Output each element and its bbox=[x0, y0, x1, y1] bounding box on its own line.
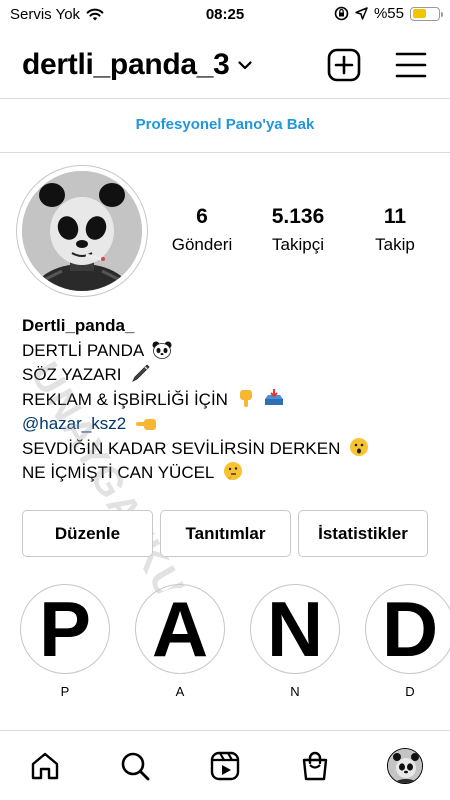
following-label: Takip bbox=[375, 235, 415, 254]
bio-line: NE İÇMİŞTİ CAN YÜCEL bbox=[22, 461, 432, 486]
fountain-pen-icon bbox=[132, 364, 150, 382]
professional-dashboard-link[interactable]: Profesyonel Pano'ya Bak bbox=[0, 116, 450, 133]
chevron-down-icon bbox=[237, 60, 252, 69]
panda-emoji-icon bbox=[152, 341, 172, 359]
profile-avatar[interactable] bbox=[16, 165, 148, 297]
highlight-cover-letter: P bbox=[24, 588, 106, 670]
bio-line-text: SEVDİĞİN KADAR SEVİLİRSİN DERKEN bbox=[22, 438, 341, 458]
profile-bio: Dertli_panda_ DERTLİ PANDA SÖZ YAZARI RE… bbox=[22, 314, 432, 486]
highlight-d[interactable]: D D bbox=[365, 584, 450, 699]
search-icon bbox=[121, 752, 150, 781]
account-switcher[interactable]: dertli_panda_3 bbox=[22, 48, 252, 82]
highlight-ring: N bbox=[250, 584, 340, 674]
shop-icon bbox=[302, 751, 328, 781]
avatar-image bbox=[22, 171, 142, 291]
bio-line: SEVDİĞİN KADAR SEVİLİRSİN DERKEN bbox=[22, 437, 432, 462]
profile-avatar bbox=[387, 748, 423, 784]
highlight-label: D bbox=[405, 684, 415, 699]
highlight-ring: A bbox=[135, 584, 225, 674]
posts-label: Gönderi bbox=[171, 235, 233, 254]
nav-shop[interactable] bbox=[297, 748, 333, 784]
battery-percent: %55 bbox=[373, 5, 404, 22]
username: dertli_panda_3 bbox=[22, 48, 230, 81]
highlight-cover-letter: D bbox=[369, 588, 450, 670]
bio-line-text: SÖZ YAZARI bbox=[22, 365, 122, 384]
nav-reels[interactable] bbox=[207, 748, 243, 784]
followers-count[interactable]: 5.136 Takipçi bbox=[248, 205, 348, 255]
nav-search[interactable] bbox=[117, 748, 153, 784]
bio-line-text: REKLAM & İŞBİRLİĞİ İÇİN bbox=[22, 389, 228, 409]
status-bar: Servis Yok 08:25 %55 bbox=[0, 0, 450, 30]
dashboard-divider bbox=[0, 152, 450, 153]
bio-line: @hazar_ksz2 bbox=[22, 412, 432, 437]
orientation-lock-icon bbox=[334, 6, 349, 21]
edit-profile-button[interactable]: Düzenle bbox=[22, 510, 153, 557]
bottom-nav-divider bbox=[0, 730, 450, 731]
highlight-cover-letter: N bbox=[254, 588, 336, 670]
nav-home[interactable] bbox=[27, 748, 63, 784]
status-right: %55 bbox=[334, 5, 443, 22]
bio-line-text: DERTLİ PANDA bbox=[22, 340, 144, 360]
highlight-n[interactable]: N N bbox=[250, 584, 340, 699]
insights-button[interactable]: İstatistikler bbox=[298, 510, 428, 557]
highlight-a[interactable]: A A bbox=[135, 584, 225, 699]
surprised-face-icon bbox=[350, 437, 369, 456]
highlight-cover-letter: A bbox=[139, 588, 221, 670]
following-count[interactable]: 11 Takip bbox=[345, 205, 445, 255]
mention-link[interactable]: @hazar_ksz2 bbox=[22, 414, 126, 433]
battery-level bbox=[412, 9, 427, 18]
header-divider bbox=[0, 98, 450, 99]
highlight-label: N bbox=[290, 684, 300, 699]
posts-count[interactable]: 6 Gönderi bbox=[152, 205, 252, 255]
inbox-tray-icon bbox=[265, 388, 284, 405]
add-post-icon[interactable] bbox=[327, 48, 361, 82]
location-arrow-icon bbox=[355, 7, 368, 20]
followers-value: 5.136 bbox=[271, 205, 325, 228]
highlight-ring: P bbox=[20, 584, 110, 674]
nav-profile[interactable] bbox=[387, 748, 423, 784]
thinking-face-icon bbox=[223, 462, 242, 480]
highlight-p[interactable]: P P bbox=[20, 584, 110, 699]
highlight-label: A bbox=[175, 684, 185, 699]
bio-line-text: NE İÇMİŞTİ CAN YÜCEL bbox=[22, 463, 214, 482]
posts-value: 6 bbox=[196, 205, 208, 228]
display-name: Dertli_panda_ bbox=[22, 316, 135, 335]
home-icon bbox=[31, 752, 59, 780]
bio-line: SÖZ YAZARI bbox=[22, 363, 432, 388]
followers-label: Takipçi bbox=[272, 235, 324, 254]
pointing-down-icon bbox=[239, 389, 252, 407]
reels-icon bbox=[210, 751, 240, 781]
bio-line: DERTLİ PANDA bbox=[22, 339, 432, 364]
pointing-left-icon bbox=[135, 419, 156, 430]
highlight-label: P bbox=[60, 684, 70, 699]
bio-line: REKLAM & İŞBİRLİĞİ İÇİN bbox=[22, 388, 432, 413]
highlight-ring: D bbox=[365, 584, 450, 674]
menu-icon[interactable] bbox=[394, 48, 428, 82]
following-value: 11 bbox=[383, 205, 407, 228]
promotions-button[interactable]: Tanıtımlar bbox=[160, 510, 291, 557]
profile-header: dertli_panda_3 bbox=[0, 38, 450, 93]
battery-icon bbox=[410, 6, 443, 21]
